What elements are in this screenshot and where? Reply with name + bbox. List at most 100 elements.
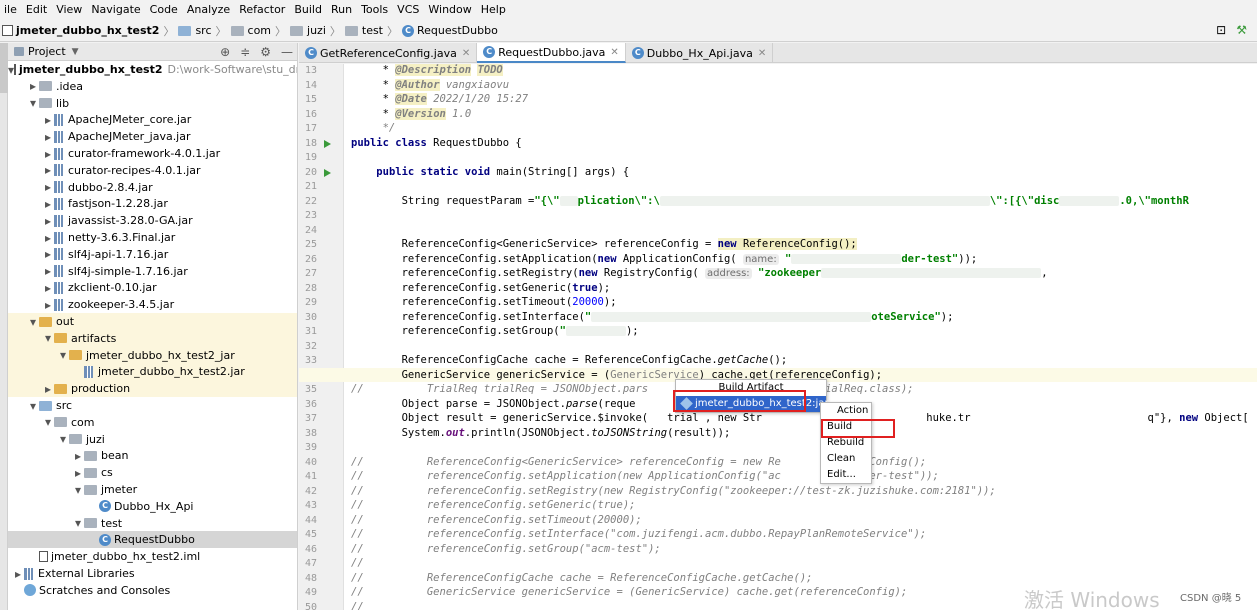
chevron-down-icon[interactable]: ▾ (72, 516, 84, 530)
chevron-down-icon[interactable]: ▾ (42, 331, 54, 345)
tree-item[interactable]: ▸ cs (8, 464, 297, 481)
chevron-right-icon[interactable]: ▸ (27, 79, 39, 93)
chevron-down-icon[interactable]: ▾ (27, 96, 39, 110)
editor-tab[interactable]: C Dubbo_Hx_Api.java ✕ (626, 43, 774, 63)
tree-item[interactable]: C RequestDubbo (8, 531, 297, 549)
close-icon[interactable]: ✕ (610, 47, 618, 58)
tree-item[interactable]: ▸ zookeeper-3.4.5.jar (8, 296, 297, 313)
chevron-down-icon[interactable]: ▾ (57, 348, 69, 362)
menu-item-window[interactable]: Window (424, 0, 476, 20)
chevron-right-icon[interactable]: ▸ (42, 214, 54, 228)
tree-item[interactable]: ▾ jmeter_dubbo_hx_test2_jar (8, 346, 297, 364)
tree-item[interactable]: ▸ dubbo-2.8.4.jar (8, 179, 297, 196)
breadcrumb-project[interactable]: jmeter_dubbo_hx_test2 (16, 24, 159, 37)
tree-item[interactable]: ▸ .idea (8, 78, 297, 95)
folder-icon (39, 81, 52, 92)
menu-item-run[interactable]: Run (327, 0, 357, 20)
close-icon[interactable]: ✕ (462, 48, 470, 59)
collapse-icon[interactable]: ≑ (240, 45, 250, 59)
menu-item-vcs[interactable]: VCS (393, 0, 424, 20)
tree-item[interactable]: ▾ jmeter (8, 481, 297, 498)
menu-item-build[interactable]: Build (290, 0, 327, 20)
tree-item[interactable]: ▸ netty-3.6.3.Final.jar (8, 229, 297, 246)
tree-item[interactable]: ▾ test (8, 515, 297, 532)
tree-item[interactable]: ▾ lib (8, 95, 297, 112)
gear-icon[interactable]: ⚙ (260, 45, 271, 59)
menu-item-tools[interactable]: Tools (357, 0, 393, 20)
tree-item[interactable]: ▸ ApacheJMeter_core.jar (8, 111, 297, 128)
chevron-right-icon[interactable]: ▸ (42, 180, 54, 194)
hide-icon[interactable]: — (281, 45, 293, 59)
breadcrumb-com[interactable]: com (248, 24, 272, 37)
chevron-right-icon[interactable]: ▸ (42, 147, 54, 161)
chevron-right-icon[interactable]: ▸ (72, 466, 84, 480)
tree-item[interactable]: ▾ out (8, 313, 297, 330)
tree-item[interactable]: jmeter_dubbo_hx_test2.iml (8, 548, 297, 565)
chevron-right-icon[interactable]: ▸ (42, 264, 54, 278)
breadcrumb-test[interactable]: test (362, 24, 383, 37)
tree-item[interactable]: ▸ bean (8, 447, 297, 464)
tree-item[interactable]: ▸ curator-recipes-4.0.1.jar (8, 162, 297, 179)
chevron-right-icon[interactable]: ▸ (42, 113, 54, 127)
chevron-down-icon[interactable]: ▾ (27, 399, 39, 413)
tree-item[interactable]: ▸ External Libraries (8, 565, 297, 582)
action-item-clean[interactable]: Clean (821, 451, 871, 467)
chevron-right-icon[interactable]: ▸ (72, 449, 84, 463)
breadcrumb-juzi[interactable]: juzi (307, 24, 326, 37)
folder-icon (84, 467, 97, 478)
tree-item[interactable]: Scratches and Consoles (8, 582, 297, 599)
tree-item[interactable]: ▾ jmeter_dubbo_hx_test2 D:\work-Software\s… (8, 61, 297, 78)
menu-item-code[interactable]: Code (146, 0, 183, 20)
hammer-icon[interactable]: ⚒ (1236, 23, 1247, 37)
chevron-down-icon[interactable]: ▼ (72, 47, 79, 57)
tree-item[interactable]: ▾ juzi (8, 431, 297, 448)
highlight-box-artifact (673, 390, 806, 412)
editor-tab[interactable]: C GetReferenceConfig.java ✕ (299, 43, 478, 63)
close-icon[interactable]: ✕ (758, 48, 766, 59)
editor-tab[interactable]: C RequestDubbo.java ✕ (477, 43, 626, 63)
tree-item[interactable]: ▸ fastjson-1.2.28.jar (8, 195, 297, 212)
tree-item[interactable]: ▸ ApacheJMeter_java.jar (8, 128, 297, 145)
tree-item[interactable]: ▾ artifacts (8, 329, 297, 347)
menu-item-view[interactable]: View (52, 0, 87, 20)
chevron-down-icon[interactable]: ▾ (42, 415, 54, 429)
chevron-right-icon[interactable]: ▸ (42, 298, 54, 312)
chevron-right-icon[interactable]: ▸ (42, 382, 54, 396)
chevron-right-icon[interactable]: ▸ (42, 163, 54, 177)
tree-item[interactable]: ▾ com (8, 414, 297, 431)
menu-item-ile[interactable]: ile (0, 0, 22, 20)
menu-item-help[interactable]: Help (477, 0, 511, 20)
chevron-right-icon[interactable]: ▸ (42, 231, 54, 245)
tree-item[interactable]: ▸ slf4j-simple-1.7.16.jar (8, 263, 297, 280)
breadcrumb-src[interactable]: src (195, 24, 211, 37)
tree-item[interactable]: ▸ curator-framework-4.0.1.jar (8, 145, 297, 162)
action-item-edit[interactable]: Edit... (821, 467, 871, 483)
tree-item[interactable]: jmeter_dubbo_hx_test2.jar (8, 363, 297, 381)
locate-icon[interactable]: ⊕ (220, 45, 230, 59)
menu-item-edit[interactable]: Edit (22, 0, 52, 20)
chevron-down-icon[interactable]: ▾ (72, 483, 84, 497)
chevron-right-icon[interactable]: ▸ (42, 197, 54, 211)
tree-item[interactable]: ▸ zkclient-0.10.jar (8, 279, 297, 296)
menu-item-navigate[interactable]: Navigate (87, 0, 145, 20)
tree-item[interactable]: ▸ javassist-3.28.0-GA.jar (8, 212, 297, 229)
chevron-right-icon[interactable]: ▸ (42, 247, 54, 261)
tree-item[interactable]: ▾ src (8, 397, 297, 414)
menu-item-analyze[interactable]: Analyze (183, 0, 235, 20)
code-editor[interactable]: 13 14 15 16 17 18 19 20 21 22 23 24 25 26 27 28 29 30 31 32… (299, 64, 1257, 610)
tree-item[interactable]: ▸ slf4j-api-1.7.16.jar (8, 246, 297, 263)
menu-item-refactor[interactable]: Refactor (235, 0, 290, 20)
breadcrumb-file[interactable]: RequestDubbo (417, 24, 498, 37)
project-panel-title[interactable]: Project (28, 45, 66, 58)
tree-item-label: curator-recipes-4.0.1.jar (68, 163, 201, 177)
chevron-right-icon[interactable]: ▸ (42, 281, 54, 295)
project-tool-tab[interactable] (0, 43, 8, 93)
chevron-right-icon[interactable]: ▸ (42, 130, 54, 144)
tree-item[interactable]: C Dubbo_Hx_Api (8, 498, 297, 515)
chevron-down-icon[interactable]: ▾ (57, 432, 69, 446)
window-layout-icon[interactable]: ⊡ (1216, 23, 1226, 37)
tree-item-label: netty-3.6.3.Final.jar (68, 231, 176, 244)
chevron-down-icon[interactable]: ▾ (27, 315, 39, 329)
chevron-right-icon[interactable]: ▸ (12, 567, 24, 581)
tree-item[interactable]: ▸ production (8, 380, 297, 398)
